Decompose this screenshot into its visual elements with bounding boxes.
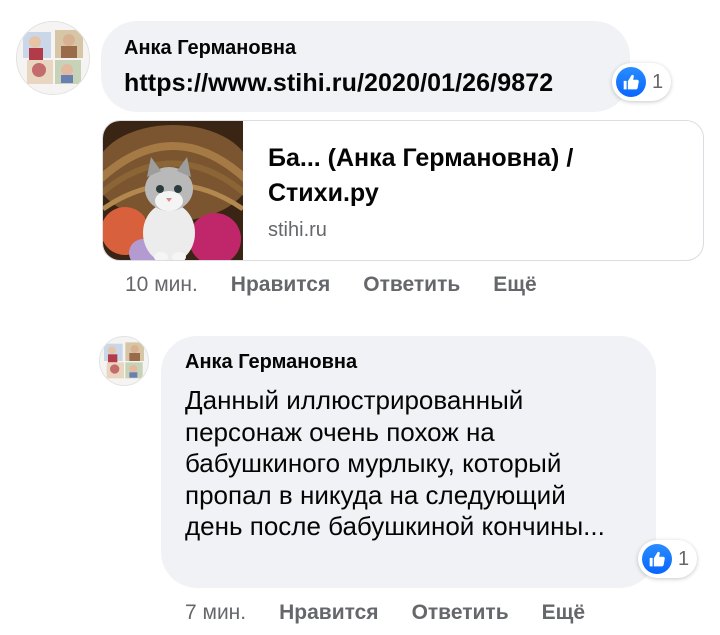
link-preview-image [103, 121, 243, 260]
comment-author[interactable]: Анка Германовна [124, 37, 296, 60]
comment-thread: Анка Германовна https://www.stihi.ru/202… [0, 0, 720, 635]
like-icon [642, 544, 672, 574]
comment-bubble: Анка Германовна Данный иллюстрированный … [161, 336, 656, 588]
comment-link[interactable]: https://www.stihi.ru/2020/01/26/9872 [124, 69, 553, 98]
more-button[interactable]: Ещё [493, 273, 536, 297]
more-button[interactable]: Ещё [542, 601, 585, 625]
reaction-count: 1 [678, 547, 690, 570]
comment-bubble: Анка Германовна https://www.stihi.ru/202… [101, 21, 630, 112]
comment-text: Данный иллюстрированный персонаж очень п… [185, 385, 605, 541]
reaction-summary[interactable]: 1 [612, 63, 672, 101]
comment-actions: 10 мин. Нравится Ответить Ещё [125, 273, 537, 297]
comment-author[interactable]: Анка Германовна [185, 351, 357, 374]
like-button[interactable]: Нравится [231, 273, 330, 297]
comment-timestamp[interactable]: 10 мин. [125, 273, 198, 297]
link-preview-card[interactable]: Ба... (Анка Германовна) / Стихи.ру stihi… [102, 120, 704, 261]
reaction-summary[interactable]: 1 [638, 540, 698, 578]
reply-button[interactable]: Ответить [412, 601, 509, 625]
reply-button[interactable]: Ответить [363, 273, 460, 297]
link-preview-title: Ба... (Анка Германовна) / Стихи.ру [268, 144, 574, 207]
like-icon [616, 67, 646, 97]
avatar-photo [17, 22, 89, 94]
avatar-photo [100, 337, 148, 385]
like-button[interactable]: Нравится [279, 601, 378, 625]
link-preview-domain: stihi.ru [268, 219, 327, 241]
kitten-thumbnail [103, 121, 243, 260]
reaction-count: 1 [652, 70, 664, 93]
avatar[interactable] [16, 21, 90, 95]
comment-timestamp[interactable]: 7 мин. [185, 601, 246, 625]
avatar[interactable] [99, 336, 149, 386]
comment-actions: 7 мин. Нравится Ответить Ещё [185, 601, 585, 625]
